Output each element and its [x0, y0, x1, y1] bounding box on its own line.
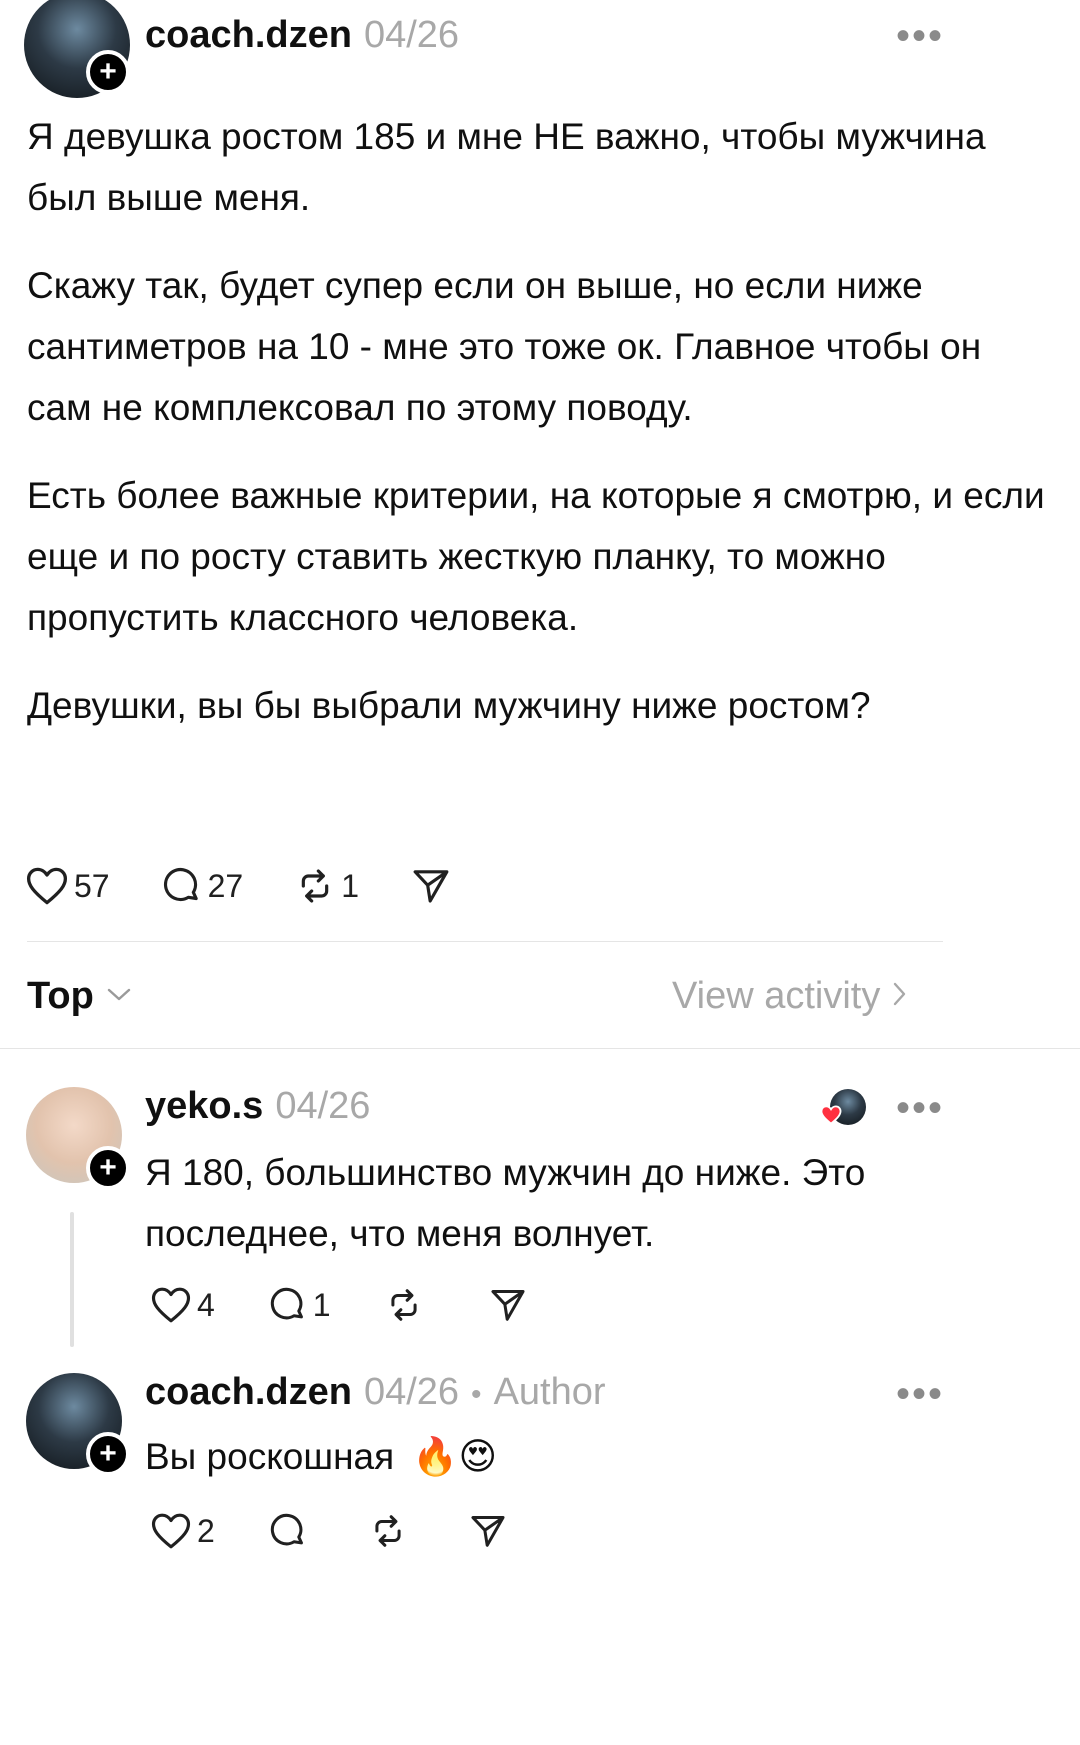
separator-dot: •	[471, 1378, 482, 1411]
share-icon	[489, 1286, 527, 1324]
reply-date: 04/26	[363, 1371, 460, 1413]
repost-icon	[369, 1512, 407, 1550]
like-button[interactable]: 4	[145, 1286, 215, 1324]
heart-icon	[151, 1286, 191, 1324]
post-date: 04/26	[363, 14, 460, 56]
reply-header: coach.dzen 04/26 • Author	[145, 1371, 606, 1414]
reply-button[interactable]	[263, 1512, 307, 1550]
post-paragraph: Есть более важные критерии, на которые я…	[27, 475, 1045, 638]
comment-icon	[269, 1512, 307, 1550]
repost-icon	[295, 866, 335, 906]
sort-label: Top	[27, 975, 94, 1017]
comment-icon	[162, 866, 202, 906]
heart-icon	[820, 1105, 842, 1130]
share-button[interactable]	[483, 1286, 527, 1324]
like-button[interactable]: 57	[26, 866, 110, 906]
follow-plus-icon[interactable]: +	[86, 1432, 130, 1476]
post-username[interactable]: coach.dzen	[145, 14, 352, 57]
sort-dropdown[interactable]: Top	[27, 975, 132, 1018]
reply-emoji: 🔥😍	[412, 1436, 498, 1477]
heart-icon	[151, 1512, 191, 1550]
comment-date: 04/26	[275, 1085, 371, 1127]
comment-icon	[269, 1286, 307, 1324]
share-icon	[469, 1512, 507, 1550]
comment-username[interactable]: yeko.s	[145, 1085, 263, 1128]
follow-plus-icon[interactable]: +	[86, 1146, 130, 1190]
like-button[interactable]: 2	[145, 1512, 215, 1550]
share-button[interactable]	[463, 1512, 507, 1550]
heart-icon	[26, 866, 68, 906]
post-divider	[27, 941, 943, 942]
chevron-right-icon	[892, 980, 908, 1013]
post-paragraph: Девушки, вы бы выбрали мужчину ниже рост…	[27, 685, 871, 726]
post-paragraph: Я девушка ростом 185 и мне НЕ важно, что…	[27, 116, 986, 218]
reply-button[interactable]: 1	[263, 1286, 331, 1324]
reply-button[interactable]: 27	[162, 866, 244, 906]
post-header: coach.dzen 04/26	[145, 14, 459, 57]
post-body: Я девушка ростом 185 и мне НЕ важно, что…	[27, 106, 1047, 763]
author-liked-indicator	[820, 1089, 866, 1125]
reply-count: 27	[207, 867, 244, 904]
author-tag: Author	[493, 1371, 606, 1413]
reply-text-row: Вы роскошная 🔥😍	[145, 1426, 935, 1487]
like-count: 57	[74, 867, 110, 904]
reply-text: Вы роскошная	[145, 1436, 395, 1477]
like-count: 2	[197, 1512, 215, 1549]
post-actions: 57 27 1	[26, 866, 503, 906]
comment-actions: 4 1	[145, 1286, 579, 1324]
post-more-icon[interactable]: •••	[896, 14, 944, 59]
thread-line	[70, 1212, 74, 1347]
comment-text: Я 180, большинство мужчин до ниже. Это п…	[145, 1152, 866, 1254]
share-icon	[411, 866, 451, 906]
comment-header: yeko.s 04/26	[145, 1085, 370, 1128]
section-divider	[0, 1048, 1080, 1049]
repost-count: 1	[341, 867, 359, 904]
reply-username[interactable]: coach.dzen	[145, 1371, 352, 1414]
view-activity-label: View activity	[672, 975, 881, 1017]
post-paragraph: Скажу так, будет супер если он выше, но …	[27, 265, 982, 428]
repost-button[interactable]: 1	[295, 866, 359, 906]
repost-button[interactable]	[363, 1512, 407, 1550]
share-button[interactable]	[411, 866, 451, 906]
reply-actions: 2	[145, 1512, 559, 1550]
like-count: 4	[197, 1286, 215, 1323]
view-activity-link[interactable]: View activity	[672, 975, 908, 1018]
reply-more-icon[interactable]: •••	[896, 1372, 944, 1417]
repost-button[interactable]	[379, 1286, 423, 1324]
follow-plus-icon[interactable]: +	[86, 50, 130, 94]
chevron-down-icon	[106, 984, 132, 1009]
comment-more-icon[interactable]: •••	[896, 1086, 944, 1131]
reply-count: 1	[312, 1286, 331, 1323]
repost-icon	[385, 1286, 423, 1324]
